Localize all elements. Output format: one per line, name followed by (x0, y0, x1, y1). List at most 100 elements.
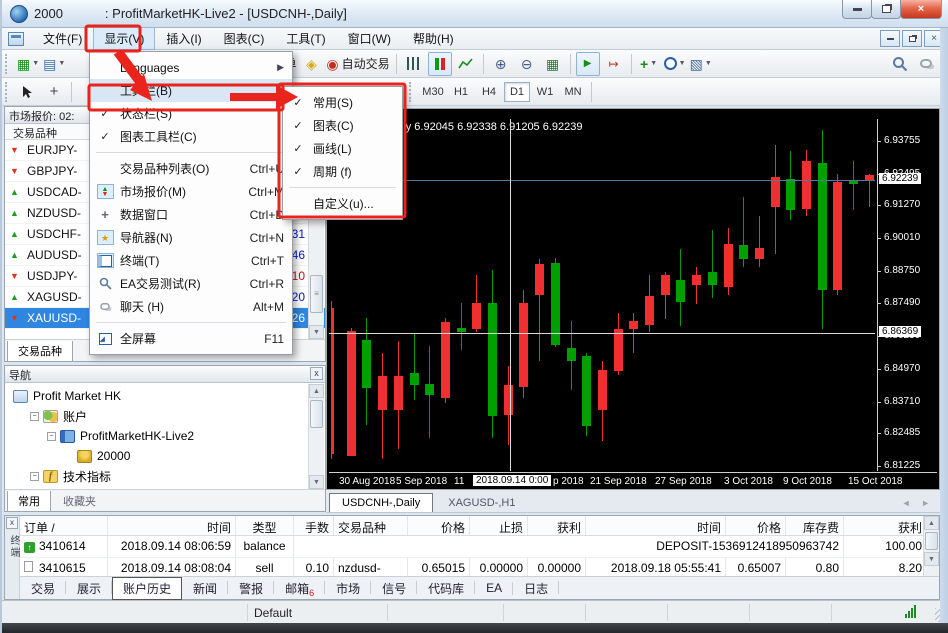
view-menu-item-全屏幕[interactable]: ◢全屏幕F11 (90, 327, 292, 350)
indicators-button[interactable]: +▼ (637, 52, 661, 76)
menu-item-i[interactable]: 插入(I) (155, 27, 212, 50)
view-menu-item-导航器N[interactable]: ★导航器(N)Ctrl+N (90, 226, 292, 249)
scrollbar-thumb[interactable] (925, 532, 938, 550)
column-header[interactable]: 获利 (844, 516, 923, 535)
view-menu-item-数据窗口[interactable]: +数据窗口Ctrl+D (90, 203, 292, 226)
navigator-tree-item[interactable]: −f技术指标 (5, 466, 325, 486)
menu-item-v[interactable]: 显示(V) (93, 27, 155, 50)
menu-item-t[interactable]: 工具(T) (275, 27, 336, 50)
navigator-tree-item[interactable]: Profit Market HK (5, 386, 325, 406)
periods-button[interactable]: ▼ (663, 52, 687, 76)
view-menu-item-图表工具栏C[interactable]: ✓图表工具栏(C) (90, 125, 292, 148)
autotrade-button[interactable]: ◉自动交易 (325, 52, 390, 76)
minimize-button[interactable] (842, 0, 872, 19)
submenu-item-自定义u[interactable]: 自定义(u)... (283, 192, 402, 215)
tab-symbols[interactable]: 交易品种 (7, 341, 73, 362)
column-header[interactable]: 订单 / (20, 516, 108, 535)
scrollbar-thumb[interactable]: ≡ (310, 275, 323, 313)
toolbar-grip[interactable] (409, 82, 414, 102)
terminal-tab-代码库[interactable]: 代码库 (417, 577, 475, 600)
trade-levels-icon[interactable]: ◈ (299, 52, 323, 76)
profiles-button[interactable]: ▤▼ (42, 52, 66, 76)
search-button[interactable] (888, 52, 912, 76)
chart-tab-XAGUSDH1[interactable]: XAGUSD-,H1 (436, 494, 527, 512)
terminal-tab-账户历史[interactable]: 账户历史 (112, 577, 182, 600)
column-header[interactable]: 获利 (528, 516, 586, 535)
menu-item-f[interactable]: 文件(F) (32, 27, 93, 50)
line-chart-mode-button[interactable] (454, 52, 478, 76)
profile-section[interactable]: Default (248, 604, 388, 621)
scrollbar-thumb[interactable] (310, 400, 323, 428)
column-header[interactable]: 价格 (408, 516, 470, 535)
column-header[interactable]: 价格 (726, 516, 786, 535)
view-menu-item-聊天H[interactable]: 聊天 (H)Alt+M (90, 295, 292, 318)
child-minimize-button[interactable] (880, 30, 900, 47)
restore-button[interactable] (871, 0, 901, 19)
zoom-out-button[interactable]: ⊖ (515, 52, 539, 76)
collapse-icon[interactable]: − (30, 472, 39, 481)
menu-item-h[interactable]: 帮助(H) (402, 27, 465, 50)
submenu-item-图表C[interactable]: ✓图表(C) (283, 114, 402, 137)
chart-tab-USDCNHDaily[interactable]: USDCNH-,Daily (329, 493, 433, 512)
terminal-tab-展示[interactable]: 展示 (66, 577, 112, 600)
close-icon[interactable]: x (310, 367, 323, 380)
terminal-tab-市场[interactable]: 市场 (325, 577, 371, 600)
period-button-m30[interactable]: M30 (420, 82, 446, 102)
view-menu-item-终端T[interactable]: 终端(T)Ctrl+T (90, 249, 292, 272)
zoom-in-button[interactable]: ⊕ (489, 52, 513, 76)
terminal-tab-交易[interactable]: 交易 (20, 577, 66, 600)
collapse-icon[interactable]: − (47, 432, 56, 441)
close-icon[interactable]: x (6, 517, 18, 529)
scroll-down-button[interactable]: ▼ (924, 552, 939, 566)
child-restore-button[interactable] (902, 30, 922, 47)
submenu-item-画线L[interactable]: ✓画线(L) (283, 137, 402, 160)
navigator-tree-item[interactable]: −ProfitMarketHK-Live2 (5, 426, 325, 446)
period-button-d1[interactable]: D1 (504, 82, 530, 102)
view-menu-item-Languages[interactable]: Languages▶ (90, 56, 292, 79)
terminal-tab-警报[interactable]: 警报 (228, 577, 274, 600)
close-button[interactable]: × (900, 0, 942, 19)
period-button-h4[interactable]: H4 (476, 82, 502, 102)
toolbar-grip[interactable] (5, 82, 10, 102)
period-button-h1[interactable]: H1 (448, 82, 474, 102)
bar-chart-mode-button[interactable] (402, 52, 426, 76)
navigator-tree-item[interactable]: 20000 (5, 446, 325, 466)
chart-plot[interactable]: USDCNH-,Daily 6.92045 6.92338 6.91205 6.… (329, 119, 875, 471)
toolbar-grip[interactable] (5, 54, 10, 74)
tile-windows-button[interactable]: ▦ (541, 52, 565, 76)
templates-button[interactable]: ▧▼ (689, 52, 713, 76)
navigator-scrollbar[interactable]: ▲ ▼ (308, 384, 324, 489)
candlestick-mode-button[interactable] (428, 52, 452, 76)
submenu-item-周期f[interactable]: ✓周期 (f) (283, 160, 402, 183)
navigator-tab-收藏夹[interactable]: 收藏夹 (53, 491, 106, 511)
navigator-tab-常用[interactable]: 常用 (7, 491, 51, 512)
scroll-up-button[interactable]: ▲ (924, 516, 939, 530)
column-header[interactable]: 手数 (294, 516, 334, 535)
chart-time-axis[interactable]: 30 Aug 20185 Sep 201811p 201821 Sep 2018… (329, 472, 937, 489)
terminal-tab-日志[interactable]: 日志 (513, 577, 559, 600)
column-header[interactable]: 库存费 (786, 516, 844, 535)
collapse-icon[interactable]: − (30, 412, 39, 421)
view-menu-item-工具栏B[interactable]: 工具栏(B)▶ (90, 79, 292, 102)
cursor-tool-button[interactable] (16, 80, 40, 104)
view-menu-item-交易品种列表O[interactable]: 交易品种列表(O)Ctrl+U (90, 157, 292, 180)
terminal-tab-新闻[interactable]: 新闻 (182, 577, 228, 600)
terminal-tab-EA[interactable]: EA (475, 578, 513, 598)
period-button-w1[interactable]: W1 (532, 82, 558, 102)
column-header[interactable]: 类型 (236, 516, 294, 535)
chat-button[interactable] (914, 52, 938, 76)
chart-price-axis[interactable]: 6.937556.924956.912706.900106.887506.874… (877, 119, 939, 471)
trade-row[interactable]: 34106152018.09.14 08:08:04sell0.10nzdusd… (20, 558, 923, 577)
column-header[interactable]: 交易品种 (334, 516, 408, 535)
crosshair-tool-button[interactable]: + (42, 80, 66, 104)
column-header[interactable]: 时间 (108, 516, 236, 535)
scroll-down-button[interactable]: ▼ (309, 475, 324, 489)
terminal-tab-邮箱[interactable]: 邮箱6 (274, 577, 325, 600)
view-menu-item-市场报价M[interactable]: ▲▼市场报价(M)Ctrl+M (90, 180, 292, 203)
column-header[interactable]: 止损 (470, 516, 528, 535)
chart-shift-button[interactable]: ↦ (602, 52, 626, 76)
view-menu-item-EA交易测试R[interactable]: EA交易测试(R)Ctrl+R (90, 272, 292, 295)
tab-scroll-arrows[interactable]: ◄ ► (902, 498, 934, 508)
chart-window[interactable]: USDCNH-,Daily 6.92045 6.92338 6.91205 6.… (326, 108, 940, 490)
new-chart-button[interactable]: ▦▼ (16, 52, 40, 76)
